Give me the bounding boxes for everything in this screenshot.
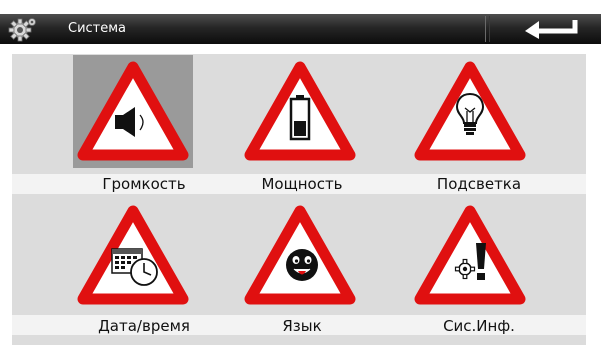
label-row: Дата/время Язык Сис.Инф.: [12, 315, 586, 335]
menu-item-backlight[interactable]: [410, 55, 530, 168]
title-bar: Система: [0, 14, 601, 44]
menu-item-language[interactable]: [240, 203, 360, 311]
lightbulb-icon: [455, 92, 485, 135]
menu-item-label[interactable]: Дата/время: [69, 317, 219, 335]
gear-icon: [8, 18, 36, 42]
menu-item-label[interactable]: Сис.Инф.: [404, 317, 554, 335]
title-separator: [485, 16, 486, 42]
menu-item-label[interactable]: Язык: [227, 317, 377, 335]
menu-item-volume[interactable]: [73, 55, 193, 168]
label-row: Громкость Мощность Подсветка: [12, 174, 586, 194]
battery-icon: [289, 95, 311, 141]
menu-item-label[interactable]: Мощность: [227, 175, 377, 193]
menu-item-label[interactable]: Подсветка: [404, 175, 554, 193]
menu-item-power[interactable]: [240, 55, 360, 168]
title-separator: [489, 16, 490, 42]
menu-item-label[interactable]: Громкость: [69, 175, 219, 193]
system-screen: Система Громкость Мощность Подсветка Дат…: [0, 0, 601, 345]
smiley-face-icon: [286, 249, 318, 281]
screen-title: Система: [68, 21, 127, 36]
calendar-clock-icon: [111, 248, 158, 286]
gear-exclamation-icon: [454, 243, 486, 280]
back-arrow-icon[interactable]: [517, 18, 583, 40]
menu-item-system-info[interactable]: [410, 203, 530, 311]
menu-item-datetime[interactable]: [73, 203, 193, 311]
speaker-icon: [115, 107, 144, 137]
